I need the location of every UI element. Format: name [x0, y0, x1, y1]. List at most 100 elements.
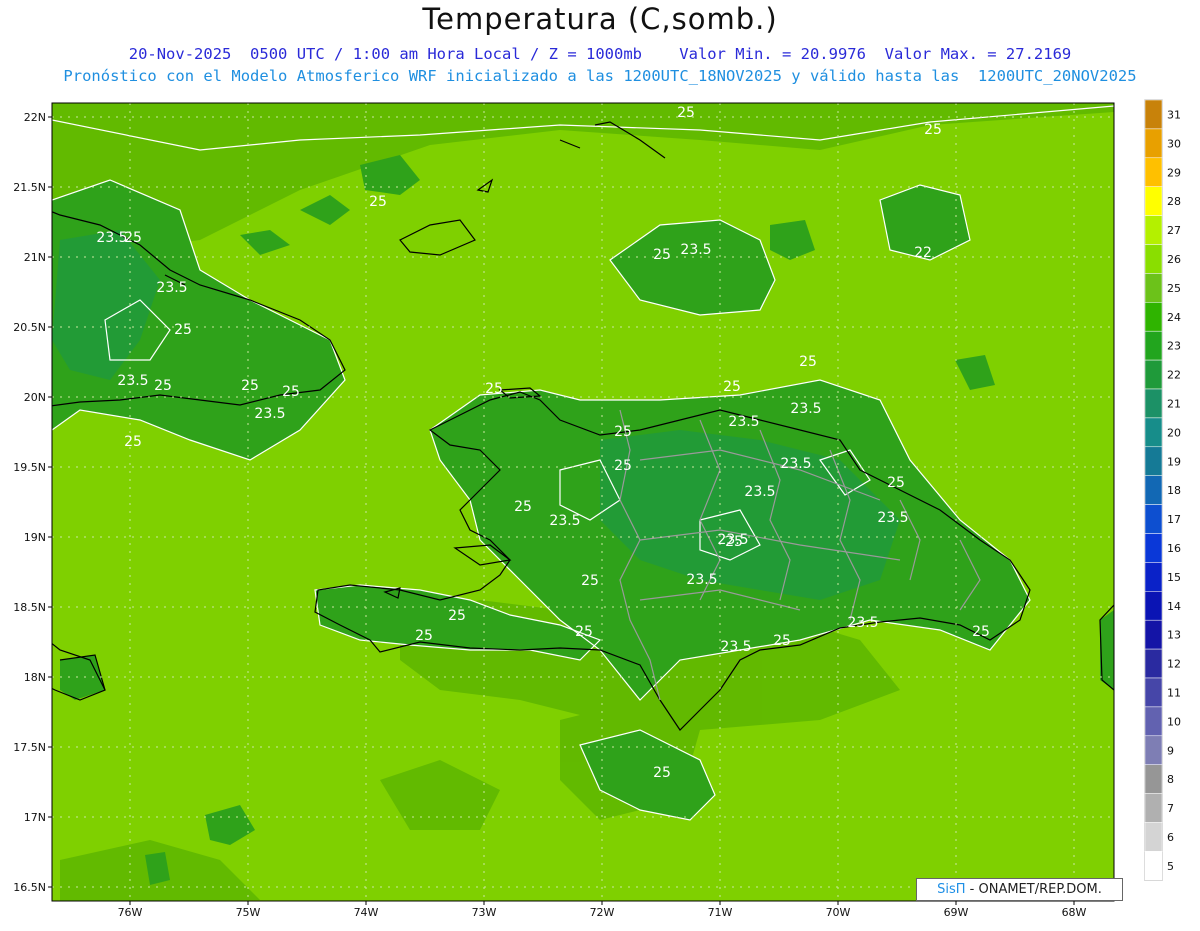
contour-label: 25: [677, 105, 695, 121]
colorbar-swatch: [1144, 446, 1163, 476]
colorbar-label: 5: [1167, 860, 1174, 873]
colorbar-swatch: [1144, 388, 1163, 419]
colorbar-label: 20: [1167, 426, 1181, 439]
contour-label: 25: [972, 624, 990, 640]
colorbar-swatch: [1144, 822, 1163, 852]
contour-label: 25: [575, 624, 593, 640]
lon-label: 74W: [354, 906, 379, 919]
contour-label: 25: [448, 608, 466, 624]
subtitle-model-info: Pronóstico con el Modelo Atmosferico WRF…: [63, 67, 1137, 85]
contour-label: 23.5: [156, 280, 187, 296]
colorbar-swatch: [1144, 648, 1163, 679]
colorbar-label: 16: [1167, 542, 1181, 555]
colorbar-label: 9: [1167, 744, 1174, 757]
lat-label: 21N: [24, 251, 46, 264]
lon-label: 76W: [118, 906, 143, 919]
contour-label: 25: [369, 194, 387, 210]
lat-label: 17N: [24, 811, 46, 824]
credit-text: - ONAMET/REP.DOM.: [965, 882, 1102, 897]
forecast-map: 25 25 25 23.5 25 23.5 22 23.5 25 23.5 25 25 23.5 25 25…: [0, 0, 1200, 927]
lat-label: 16.5N: [13, 881, 46, 894]
lat-label: 18.5N: [13, 601, 46, 614]
colorbar: 31 30 29 28 27 26 25 24 23 22 21 20 19 18 17 16 15 14 13 12…: [1144, 99, 1181, 881]
lon-label: 75W: [236, 906, 261, 919]
contour-label: 23.5: [549, 513, 580, 529]
colorbar-swatch: [1144, 417, 1163, 448]
contour-label: 23.5: [877, 510, 908, 526]
colorbar-swatch: [1144, 273, 1163, 303]
colorbar-label: 30: [1167, 137, 1181, 150]
contour-label: 25: [174, 322, 192, 338]
colorbar-label: 11: [1167, 686, 1181, 699]
contour-label: 23.5: [847, 615, 878, 631]
contour-label: 25: [887, 475, 905, 491]
contour-label: 25: [124, 230, 142, 246]
colorbar-swatch: [1144, 302, 1163, 332]
colorbar-label: 7: [1167, 802, 1174, 815]
colorbar-swatch: [1144, 619, 1163, 650]
credit-logo-text: SisΠ: [937, 882, 966, 897]
lon-label: 68W: [1062, 906, 1087, 919]
contour-label: 25: [614, 458, 632, 474]
colorbar-label: 21: [1167, 397, 1181, 410]
contour-label: 25: [282, 384, 300, 400]
contour-label: 25: [924, 122, 942, 138]
colorbar-swatch: [1144, 504, 1163, 534]
contour-label: 25: [773, 633, 791, 649]
colorbar-swatch: [1144, 215, 1163, 245]
contour-label: 25: [653, 247, 671, 263]
colorbar-swatch: [1144, 793, 1163, 823]
contour-label: 23.5: [96, 230, 127, 246]
colorbar-swatch: [1144, 330, 1163, 361]
lat-label: 18N: [24, 671, 46, 684]
colorbar-swatch: [1144, 764, 1163, 794]
subtitle-date-range: 20-Nov-2025 0500 UTC / 1:00 am Hora Loca…: [128, 45, 1072, 63]
colorbar-label: 27: [1167, 224, 1181, 237]
contour-label: 25: [241, 378, 259, 394]
contour-label: 25: [415, 628, 433, 644]
lat-label: 21.5N: [13, 181, 46, 194]
colorbar-label: 23: [1167, 340, 1181, 353]
lon-label: 73W: [472, 906, 497, 919]
longitude-labels: 76W 75W 74W 73W 72W 71W 70W 69W 68W: [118, 901, 1087, 919]
contour-label: 23.5: [720, 639, 751, 655]
colorbar-swatch: [1144, 735, 1163, 765]
colorbar-label: 22: [1167, 369, 1181, 382]
colorbar-label: 25: [1167, 282, 1181, 295]
contour-label: 23.5: [728, 414, 759, 430]
colorbar-label: 10: [1167, 715, 1181, 728]
lon-label: 72W: [590, 906, 615, 919]
colorbar-swatch: [1144, 706, 1163, 737]
colorbar-label: 24: [1167, 311, 1181, 324]
contour-label: 23.5: [717, 532, 748, 548]
latitude-labels: 22N 21.5N 21N 20.5N 20N 19.5N 19N 18.5N 18N 17.5N…: [13, 111, 52, 894]
contour-label: 23.5: [117, 373, 148, 389]
colorbar-swatch: [1144, 128, 1163, 159]
colorbar-label: 14: [1167, 600, 1181, 613]
colorbar-swatch: [1144, 475, 1163, 505]
colorbar-swatch: [1144, 677, 1163, 708]
lat-label: 20N: [24, 391, 46, 404]
colorbar-label: 19: [1167, 455, 1181, 468]
colorbar-swatch: [1144, 157, 1163, 187]
contour-label: 25: [653, 765, 671, 781]
colorbar-label: 8: [1167, 773, 1174, 786]
contour-label: 25: [485, 381, 503, 397]
lon-label: 69W: [944, 906, 969, 919]
contour-label: 23.5: [744, 484, 775, 500]
contour-label: 25: [124, 434, 142, 450]
lat-label: 19.5N: [13, 461, 46, 474]
contour-label: 23.5: [680, 242, 711, 258]
colorbar-label: 6: [1167, 831, 1174, 844]
contour-label: 25: [581, 573, 599, 589]
colorbar-label: 12: [1167, 658, 1181, 671]
credit-box: SisΠ - ONAMET/REP.DOM.: [916, 878, 1123, 901]
contour-label: 25: [514, 499, 532, 515]
colorbar-label: 31: [1167, 108, 1181, 121]
contour-label: 25: [723, 379, 741, 395]
lat-label: 19N: [24, 531, 46, 544]
lat-label: 20.5N: [13, 321, 46, 334]
contour-label: 25: [154, 378, 172, 394]
colorbar-swatch: [1144, 359, 1163, 390]
colorbar-swatch: [1144, 591, 1163, 621]
